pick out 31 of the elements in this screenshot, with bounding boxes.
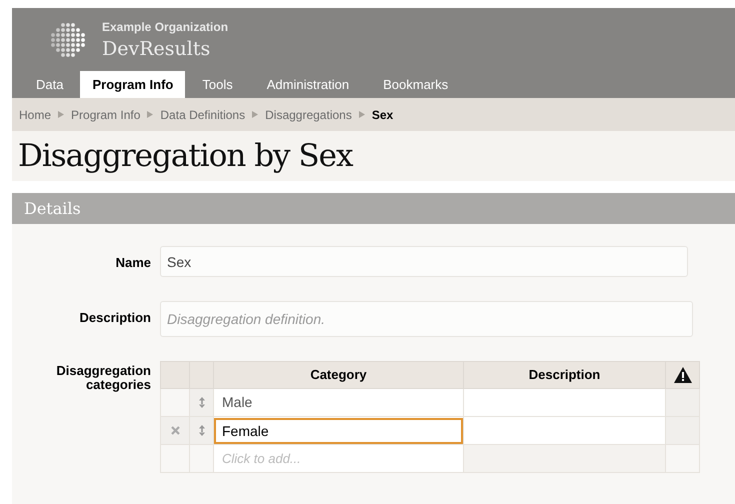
category-input[interactable]: Female [214,418,463,444]
breadcrumb-separator-icon [147,111,154,118]
column-header: Category [214,362,464,388]
field-label: Name [114,254,152,272]
field-label: Description [78,309,152,327]
globe-logo-icon [48,20,88,60]
description-input[interactable]: Disaggregation definition. [160,301,693,337]
section-title: Details [24,198,81,220]
nav-tab[interactable]: Data [19,71,80,98]
breadcrumb-link[interactable]: Home [19,106,52,124]
organization-name: Example Organization [102,19,228,36]
column-header: Description [464,362,666,388]
breadcrumb-separator-icon [358,111,365,118]
name-input[interactable]: Sex [160,246,688,277]
field-label: Disaggregation categories [55,362,152,392]
product-name: DevResults [102,37,212,62]
delete-icon[interactable] [170,426,180,435]
nav-tab[interactable]: Bookmarks [366,71,466,98]
warning-icon [674,367,692,383]
breadcrumb-separator-icon [58,111,64,118]
breadcrumb-separator-icon [252,111,258,118]
breadcrumb-current: Sex [372,106,394,124]
breadcrumb-link[interactable]: Program Info [71,106,140,124]
breadcrumb-link[interactable]: Data Definitions [160,106,246,124]
nav-tab[interactable]: Program Info [80,71,186,98]
drag-handle-icon[interactable] [198,397,204,408]
drag-handle-icon[interactable] [198,425,204,436]
nav-tab[interactable]: Administration [250,71,366,98]
page-title: Disaggregation by Sex [18,136,352,176]
breadcrumb-link[interactable]: Disaggregations [265,106,352,124]
nav-tab[interactable]: Tools [185,71,250,98]
